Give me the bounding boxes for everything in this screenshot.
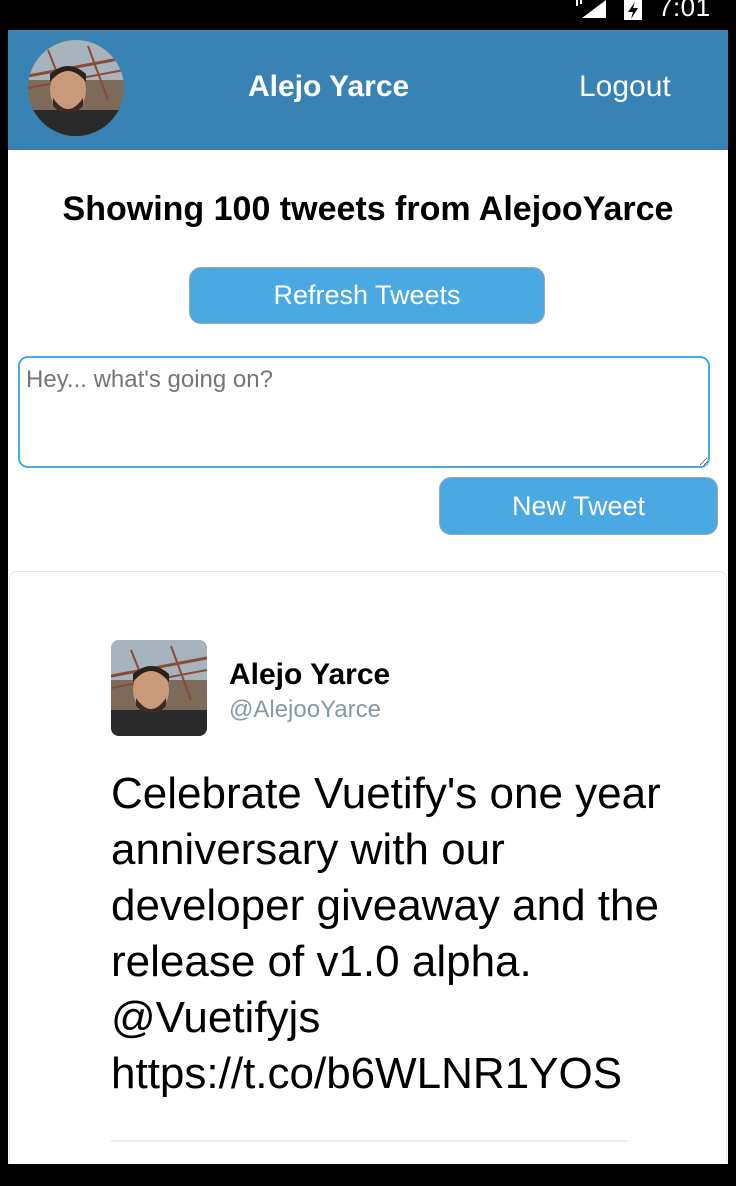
- app-screen: Alejo Yarce Logout Showing 100 tweets fr…: [8, 30, 728, 1164]
- battery-charging-icon: [624, 0, 642, 20]
- signal-icon: [576, 0, 606, 18]
- logout-link[interactable]: Logout: [579, 70, 671, 104]
- status-bar: 7:01: [0, 0, 736, 30]
- user-photo: [28, 40, 124, 136]
- tweet-divider: [111, 1140, 627, 1142]
- screen-border-left: [0, 30, 8, 1164]
- status-time: 7:01: [658, 0, 711, 22]
- tweet-avatar[interactable]: [111, 640, 207, 736]
- user-avatar[interactable]: [28, 40, 124, 136]
- tweet-card: Alejo Yarce @AlejooYarce Celebrate Vueti…: [9, 571, 727, 1164]
- tweet-author-handle[interactable]: @AlejooYarce: [229, 696, 381, 724]
- tweet-compose-input[interactable]: [18, 356, 710, 468]
- refresh-tweets-button[interactable]: Refresh Tweets: [189, 267, 545, 324]
- app-header: Alejo Yarce Logout: [8, 30, 728, 150]
- tweet-text: Celebrate Vuetify's one year anniversary…: [111, 769, 661, 1098]
- header-user-name: Alejo Yarce: [248, 70, 410, 103]
- new-tweet-button[interactable]: New Tweet: [439, 477, 718, 535]
- tweet-author-name[interactable]: Alejo Yarce: [229, 658, 390, 692]
- screen-border-right: [728, 30, 736, 1164]
- page-title: Showing 100 tweets from AlejooYarce: [62, 190, 674, 228]
- bottom-bar: [0, 1164, 736, 1186]
- tweet-author-photo: [111, 640, 207, 736]
